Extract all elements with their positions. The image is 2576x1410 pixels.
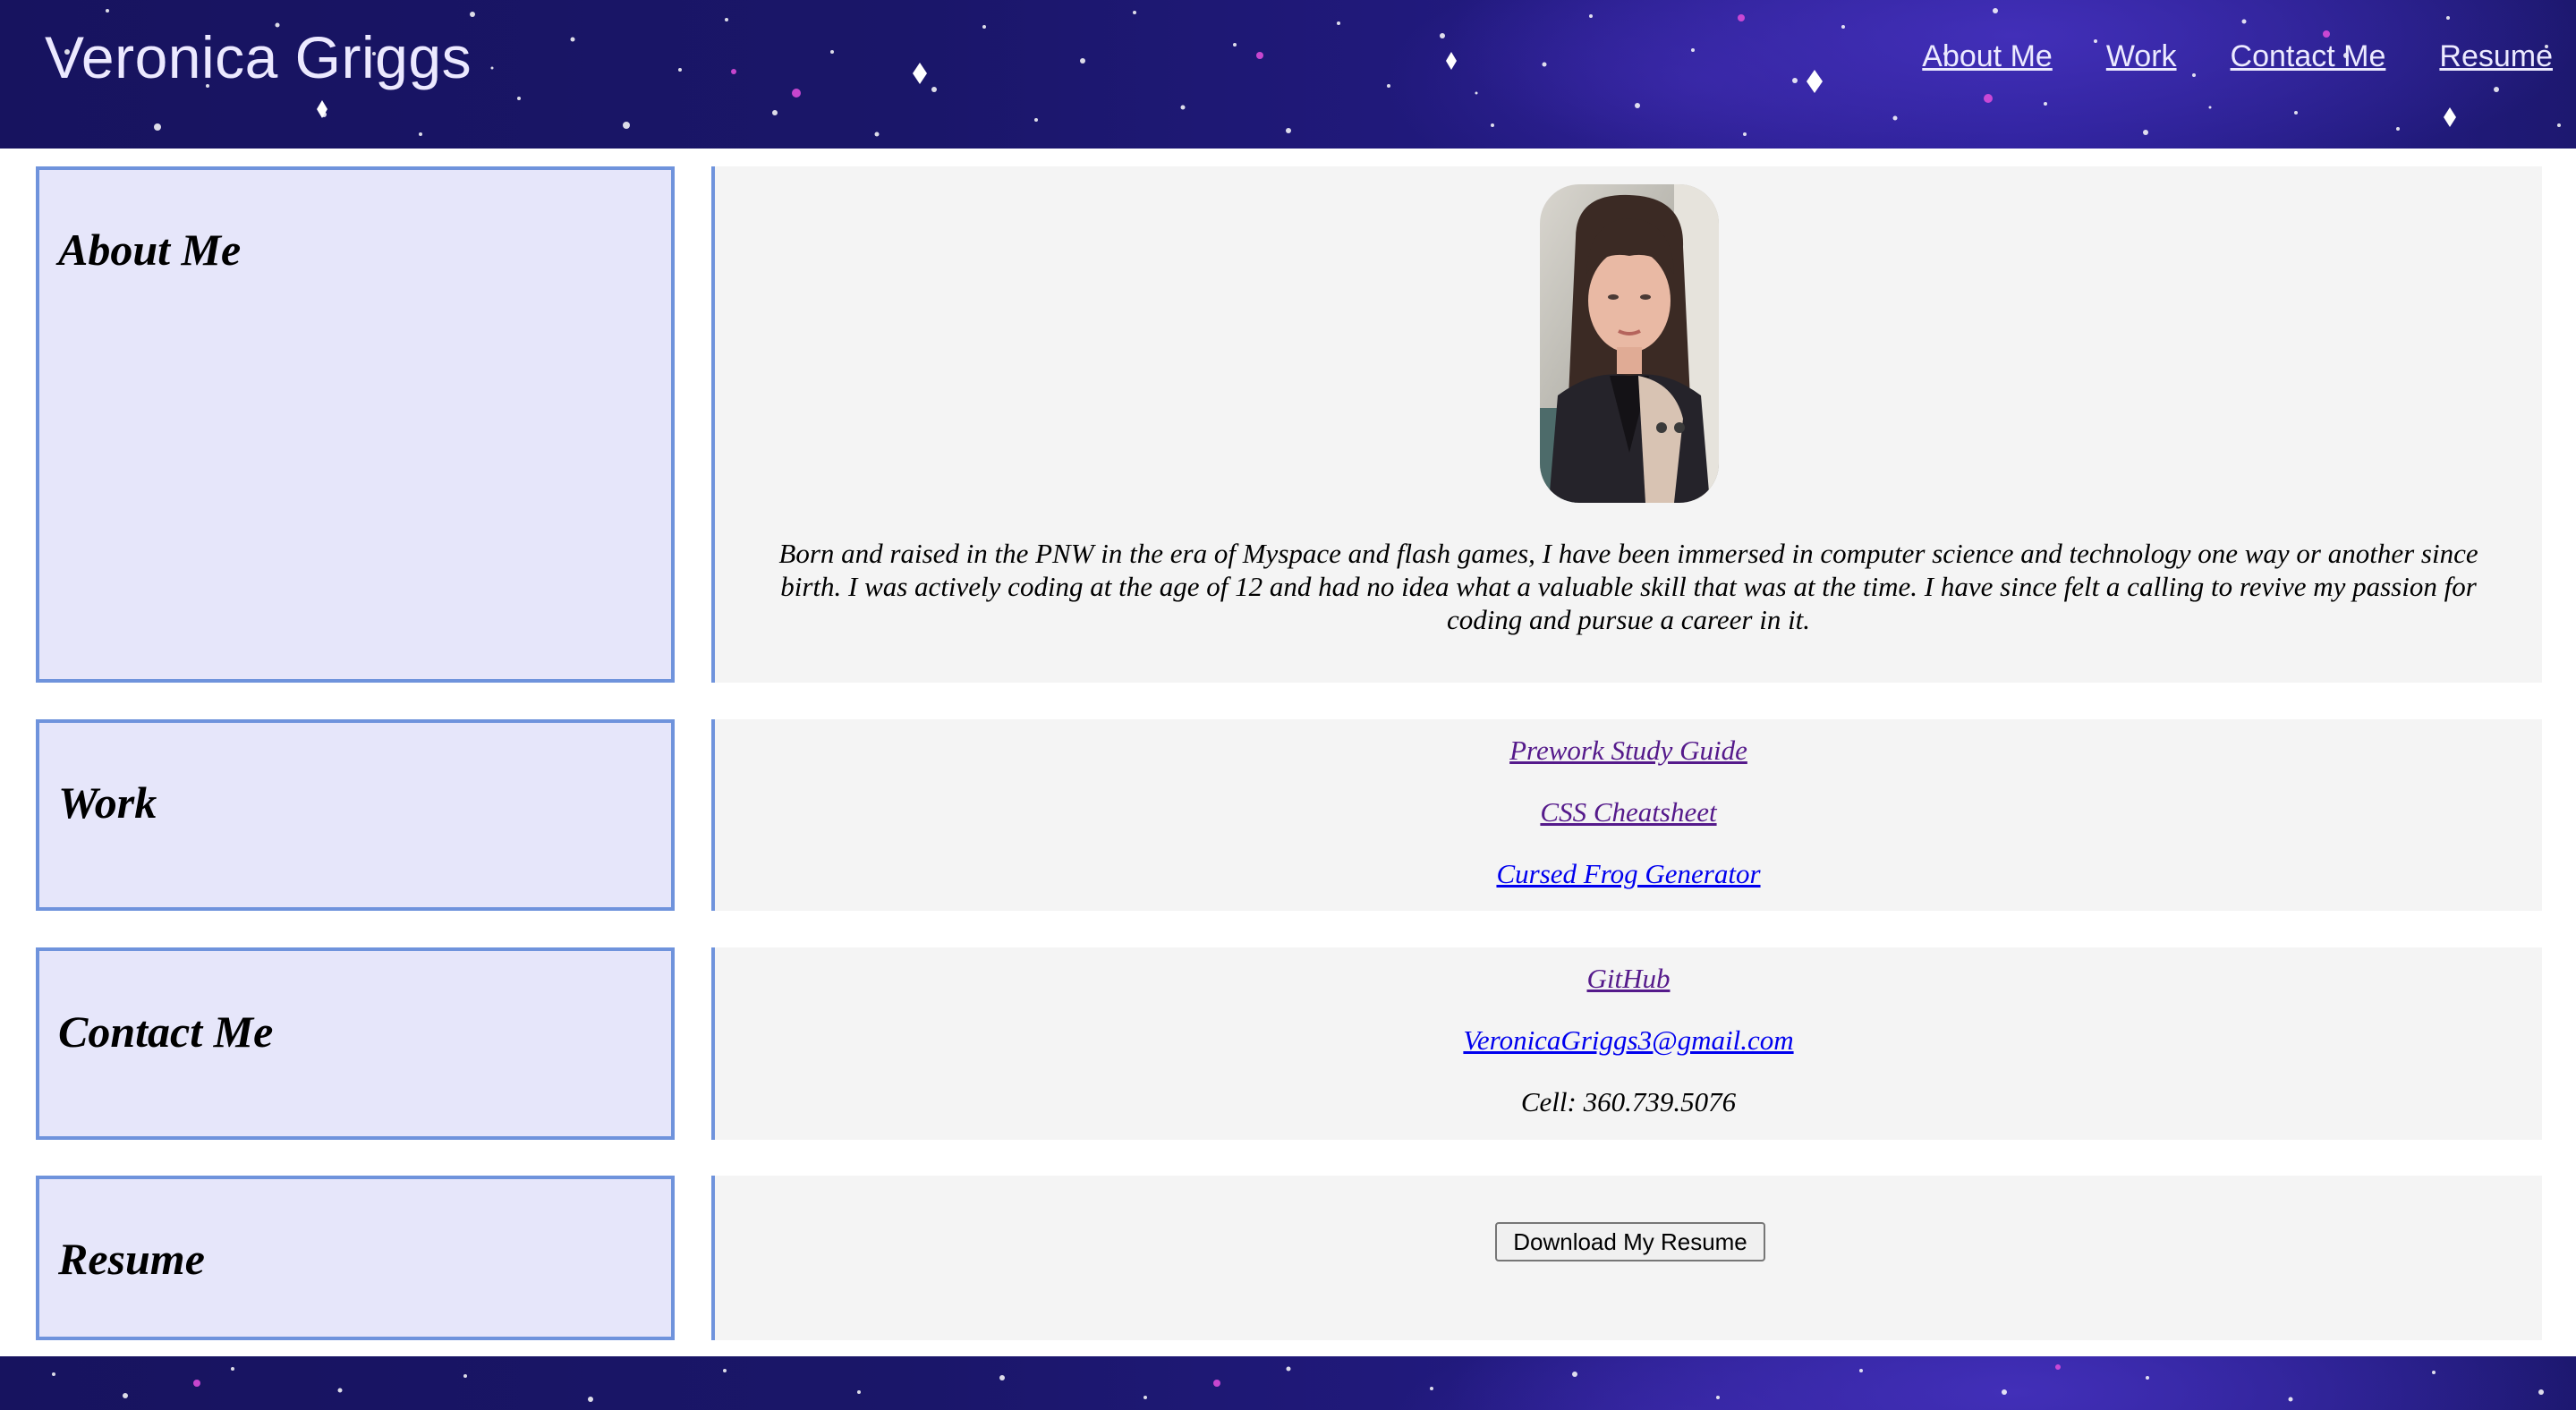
profile-photo: [1540, 184, 1719, 503]
contact-links: GitHub VeronicaGriggs3@gmail.com Cell: 3…: [715, 962, 2542, 1147]
work-link-prework-study-guide[interactable]: Prework Study Guide: [715, 734, 2542, 767]
contact-content: GitHub VeronicaGriggs3@gmail.com Cell: 3…: [711, 947, 2542, 1140]
work-label-box: Work: [36, 719, 675, 911]
footer-starfield: [52, 1364, 2544, 1402]
resume-section: Resume Download My Resume: [36, 1176, 2542, 1340]
main-nav: About Me Work Contact Me Resume: [1922, 39, 2553, 74]
resume-label-box: Resume: [36, 1176, 675, 1340]
nav-link-work[interactable]: Work: [2106, 39, 2177, 74]
contact-section: Contact Me GitHub VeronicaGriggs3@gmail.…: [36, 947, 2542, 1140]
about-section: About Me Born and raised in the PNW in t…: [36, 166, 2542, 683]
download-resume-button[interactable]: Download My Resume: [1495, 1222, 1765, 1261]
cell-phone-text: Cell: 360.739.5076: [1520, 1086, 1737, 1117]
about-content: Born and raised in the PNW in the era of…: [711, 166, 2542, 683]
github-link[interactable]: GitHub: [715, 962, 2542, 995]
resume-heading: Resume: [58, 1234, 205, 1284]
contact-label-box: Contact Me: [36, 947, 675, 1140]
site-footer: [0, 1356, 2576, 1410]
about-bio-text: Born and raised in the PNW in the era of…: [778, 538, 2478, 635]
nav-link-resume[interactable]: Resume: [2439, 39, 2553, 74]
nav-link-about-me[interactable]: About Me: [1922, 39, 2053, 74]
about-heading: About Me: [58, 225, 242, 275]
work-content: Prework Study Guide CSS Cheatsheet Curse…: [711, 719, 2542, 911]
work-link-css-cheatsheet[interactable]: CSS Cheatsheet: [715, 795, 2542, 828]
work-links: Prework Study Guide CSS Cheatsheet Curse…: [715, 734, 2542, 919]
work-link-cursed-frog-generator[interactable]: Cursed Frog Generator: [715, 857, 2542, 890]
site-title: Veronica Griggs: [45, 24, 472, 90]
email-link[interactable]: VeronicaGriggs3@gmail.com: [715, 1024, 2542, 1057]
work-heading: Work: [58, 777, 157, 828]
nav-link-contact-me[interactable]: Contact Me: [2231, 39, 2386, 74]
about-label-box: About Me: [36, 166, 675, 683]
resume-content: Download My Resume: [711, 1176, 2542, 1340]
contact-heading: Contact Me: [58, 1007, 274, 1057]
site-header: Veronica Griggs About Me Work Contact Me…: [0, 0, 2576, 149]
work-section: Work Prework Study Guide CSS Cheatsheet …: [36, 719, 2542, 911]
